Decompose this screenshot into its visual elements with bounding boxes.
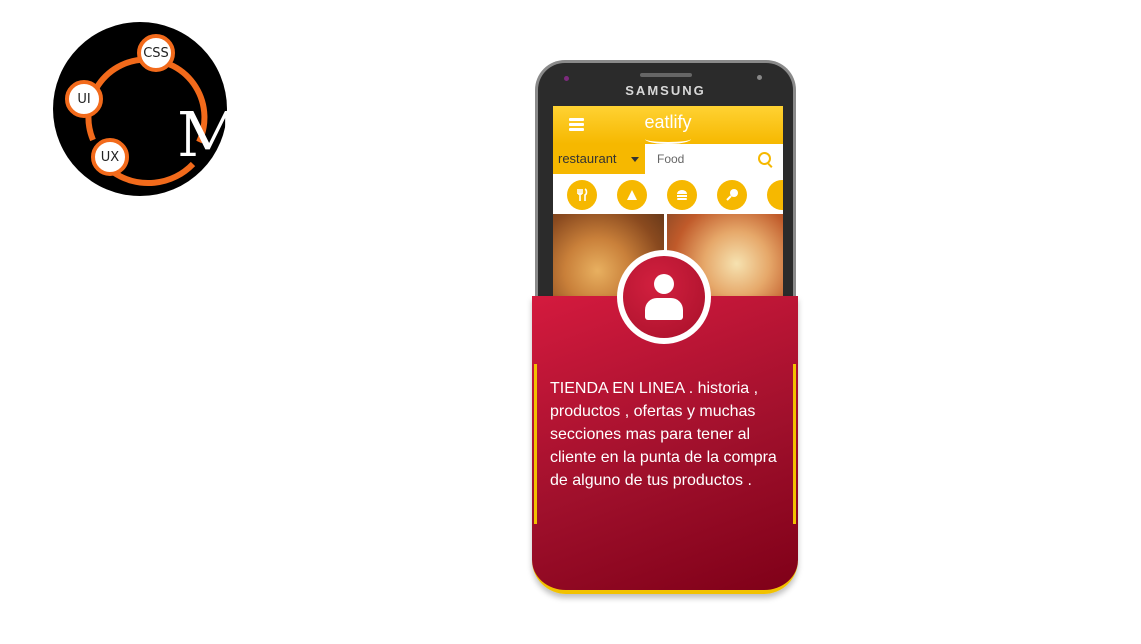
drumstick-icon[interactable] bbox=[717, 180, 747, 210]
category-bar bbox=[553, 174, 783, 214]
cutlery-icon[interactable] bbox=[567, 180, 597, 210]
logo-badge-ux: UX bbox=[91, 138, 129, 176]
phone-brand: SAMSUNG bbox=[625, 83, 706, 98]
logo: M CSS UI UX bbox=[53, 22, 240, 196]
phone-sensor bbox=[564, 76, 569, 81]
category-select-value: restaurant bbox=[558, 151, 617, 166]
app-title: eatlify bbox=[644, 112, 692, 132]
phone-camera bbox=[757, 75, 762, 80]
card-description: TIENDA EN LINEA . historia , productos ,… bbox=[550, 380, 777, 489]
app-title-underline bbox=[645, 134, 691, 144]
phone-speaker bbox=[640, 73, 692, 77]
logo-badge-css: CSS bbox=[137, 34, 175, 72]
more-icon[interactable] bbox=[767, 180, 783, 210]
app-bar: eatlify bbox=[553, 106, 783, 144]
card-accent-left bbox=[534, 364, 537, 524]
avatar bbox=[617, 250, 711, 344]
search-icon[interactable] bbox=[758, 152, 771, 165]
logo-letter: M bbox=[177, 98, 241, 171]
category-select[interactable]: restaurant bbox=[553, 144, 645, 174]
search-row: restaurant bbox=[553, 144, 783, 174]
burger-icon[interactable] bbox=[667, 180, 697, 210]
logo-badge-ui: UI bbox=[65, 80, 103, 118]
card-accent-right bbox=[793, 364, 796, 524]
chevron-down-icon bbox=[631, 157, 639, 162]
user-icon bbox=[623, 256, 705, 338]
pizza-icon[interactable] bbox=[617, 180, 647, 210]
